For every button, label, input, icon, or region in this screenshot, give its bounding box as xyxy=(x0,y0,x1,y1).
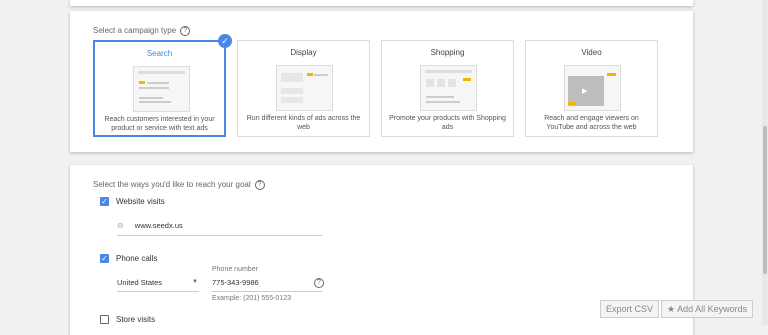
website-url-field[interactable]: ⊖ www.seedx.us xyxy=(117,221,322,236)
shopping-thumbnail xyxy=(420,65,477,111)
help-icon[interactable]: ? xyxy=(180,26,191,36)
campaign-type-heading: Select a campaign type? xyxy=(93,26,191,36)
tile-search-desc: Reach customers interested in your produ… xyxy=(104,116,215,132)
play-icon: ▶ xyxy=(582,88,588,95)
tile-display[interactable]: Display Run different kinds of ads acros… xyxy=(237,40,370,137)
tile-video-desc: Reach and engage viewers on YouTube and … xyxy=(544,115,639,131)
tile-shopping-name: Shopping xyxy=(430,48,465,57)
tile-search-name: Search xyxy=(146,49,173,58)
tile-video[interactable]: Video ▶ Reach and engage viewers on YouT… xyxy=(525,40,658,137)
tile-shopping[interactable]: Shopping Promote your products with Shop… xyxy=(381,40,514,137)
website-visits-label: Website visits xyxy=(116,197,165,206)
export-csv-label: Export CSV xyxy=(606,304,654,314)
phone-example: Example: (201) 555-0123 xyxy=(212,295,291,302)
help-icon[interactable]: ? xyxy=(254,180,265,190)
add-all-keywords-button[interactable]: ★ Add All Keywords xyxy=(661,300,754,318)
tile-video-name: Video xyxy=(581,48,602,57)
previous-card-edge xyxy=(70,0,693,6)
help-icon[interactable]: ? xyxy=(314,278,324,288)
selected-check-icon: ✓ xyxy=(218,34,232,48)
phone-number-label: Phone number xyxy=(212,266,258,273)
phone-number-value: 775-343-9986 xyxy=(212,278,259,287)
display-thumbnail xyxy=(276,65,333,111)
campaign-type-title: Select a campaign type xyxy=(93,26,177,36)
chevron-down-icon: ▼ xyxy=(192,279,198,285)
store-visits-label: Store visits xyxy=(116,315,156,324)
country-select[interactable]: United States ▼ xyxy=(117,278,199,292)
tile-display-name: Display xyxy=(290,48,317,57)
phone-number-input[interactable]: 775-343-9986 ? xyxy=(212,278,324,292)
scrollbar-thumb[interactable] xyxy=(763,126,767,274)
add-all-keywords-label: Add All Keywords xyxy=(677,304,748,314)
search-thumbnail xyxy=(133,66,190,112)
reach-goal-title: Select the ways you'd like to reach your… xyxy=(93,180,251,190)
export-csv-button[interactable]: Export CSV xyxy=(600,300,660,318)
reach-goal-heading: Select the ways you'd like to reach your… xyxy=(93,180,265,190)
website-url-value: www.seedx.us xyxy=(134,221,183,230)
video-thumbnail: ▶ xyxy=(564,65,621,111)
tile-search[interactable]: Search Reach customers interested in you… xyxy=(93,34,232,137)
country-value: United States xyxy=(117,278,163,287)
tile-display-desc: Run different kinds of ads across the we… xyxy=(246,115,361,131)
star-icon: ★ xyxy=(667,304,676,314)
link-icon: ⊖ xyxy=(117,221,124,230)
tile-shopping-desc: Promote your products with Shopping ads xyxy=(389,115,506,131)
phone-calls-checkbox[interactable]: ✓ xyxy=(100,254,109,263)
website-visits-checkbox[interactable]: ✓ xyxy=(100,197,109,206)
store-visits-checkbox[interactable] xyxy=(100,315,109,324)
campaign-type-card: Select a campaign type? Search Reach cus… xyxy=(70,11,693,152)
phone-calls-label: Phone calls xyxy=(116,254,158,263)
